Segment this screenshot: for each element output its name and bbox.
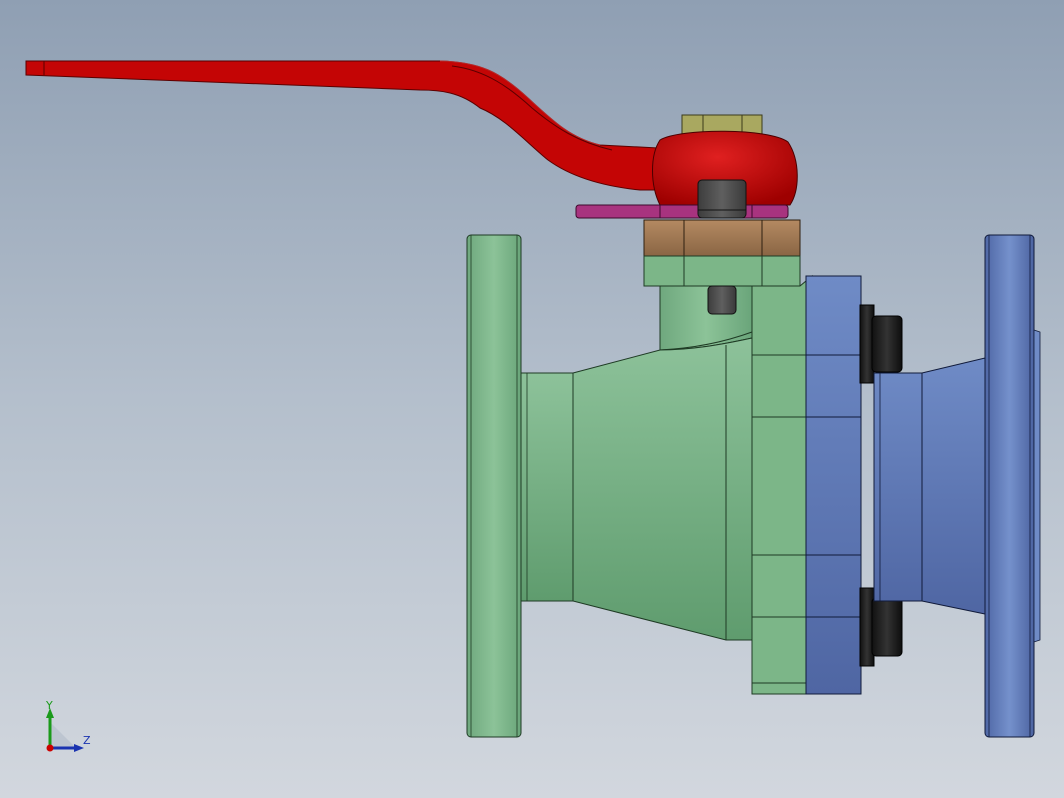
right-flange[interactable]: [984, 234, 1041, 738]
valve-body[interactable]: [572, 337, 753, 641]
ball-valve-model[interactable]: [0, 0, 1064, 798]
z-axis-label: Z: [83, 734, 91, 747]
gland-flange[interactable]: [643, 219, 801, 257]
end-cap-body[interactable]: [873, 357, 986, 615]
body-flange[interactable]: [751, 274, 813, 695]
left-hub[interactable]: [520, 372, 574, 602]
end-cap-flange[interactable]: [805, 275, 862, 695]
neck-bolt[interactable]: [707, 285, 737, 315]
cad-viewport[interactable]: Y Z: [0, 0, 1064, 798]
left-flange[interactable]: [466, 234, 522, 738]
body-neck-collar[interactable]: [643, 255, 801, 287]
orientation-triad: [46, 708, 84, 752]
stop-plate[interactable]: [575, 204, 789, 219]
lever-handle[interactable]: [25, 60, 659, 191]
y-axis-label: Y: [46, 699, 53, 712]
triad-origin: [46, 744, 54, 752]
stem-top[interactable]: [697, 179, 747, 219]
body-bolt-top[interactable]: [859, 304, 903, 384]
